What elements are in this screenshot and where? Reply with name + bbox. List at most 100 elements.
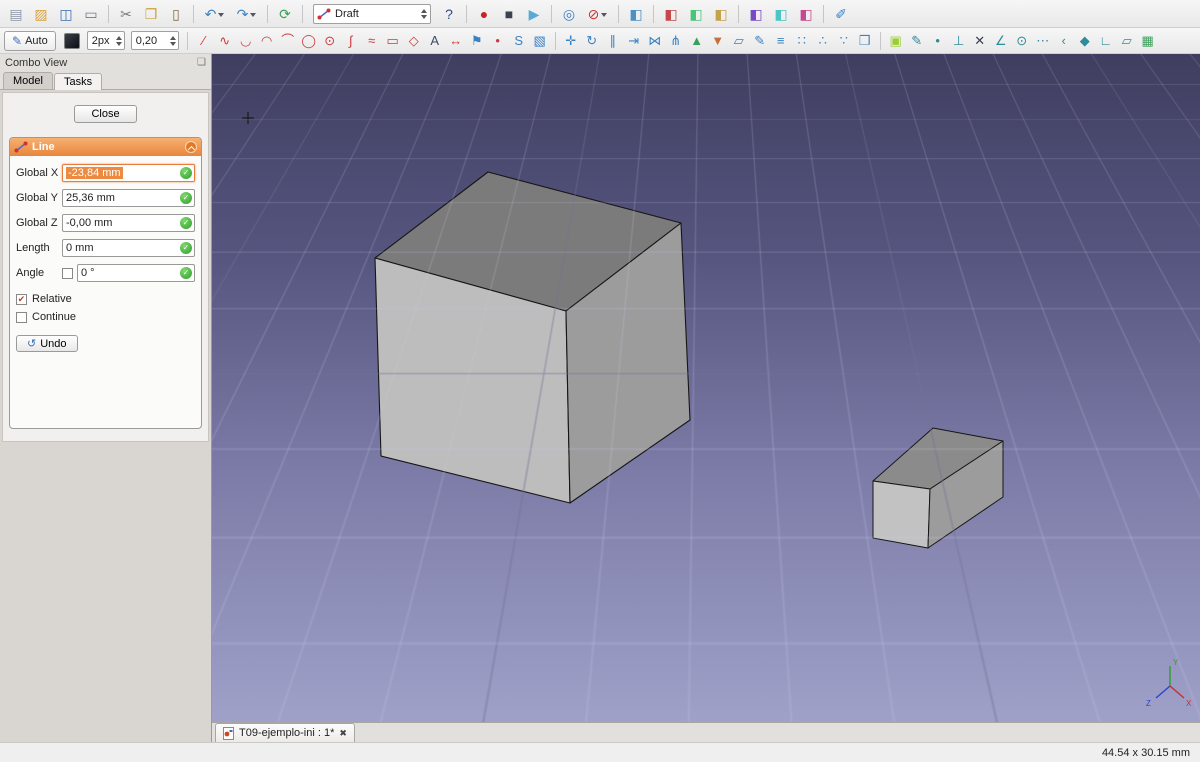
draft-shapestring-icon[interactable]: S (509, 31, 529, 51)
angle-checkbox[interactable] (62, 267, 73, 279)
close-task-button[interactable]: Close (74, 105, 137, 123)
value-field[interactable]: 0 ° ✓ (77, 264, 195, 282)
macro-play-icon[interactable]: ▶ (522, 3, 546, 25)
save-icon[interactable]: ◫ (54, 3, 78, 25)
draft-trimex-icon[interactable]: ⇥ (624, 31, 644, 51)
draft-arc-3points-icon[interactable]: ⌒ (278, 31, 298, 51)
draft-edit-icon[interactable]: ✎ (750, 31, 770, 51)
draft-join-icon[interactable]: ⋈ (645, 31, 665, 51)
snap-special-icon[interactable]: ◆ (1075, 31, 1095, 51)
redo-icon[interactable]: ↷ (231, 3, 262, 25)
draft-circle-icon[interactable]: ◯ (299, 31, 319, 51)
panel-float-icon[interactable]: ❏ (197, 57, 206, 68)
view-isometric-icon[interactable]: ◧ (624, 3, 648, 25)
snap-endpoint-icon[interactable]: ✎ (907, 31, 927, 51)
collapse-icon[interactable] (185, 141, 197, 153)
tab-model[interactable]: Model (3, 72, 53, 89)
draft-subelement-icon[interactable]: ≡ (771, 31, 791, 51)
draft-rectangle-icon[interactable]: ▭ (383, 31, 403, 51)
value-field[interactable]: -0,00 mm ✓ (62, 214, 195, 232)
draft-rotate-icon[interactable]: ↻ (582, 31, 602, 51)
view-rear-icon[interactable]: ◧ (744, 3, 768, 25)
snap-near-icon[interactable]: ‹ (1054, 31, 1074, 51)
value-field[interactable]: 0 mm ✓ (62, 239, 195, 257)
view-left-icon[interactable]: ◧ (794, 3, 818, 25)
snap-angle-icon[interactable]: ∠ (991, 31, 1011, 51)
open-file-icon[interactable]: ▨ (29, 3, 53, 25)
draft-array-icon[interactable]: ∷ (792, 31, 812, 51)
draft-point-array-icon[interactable]: ∵ (834, 31, 854, 51)
view-top-icon[interactable]: ◧ (684, 3, 708, 25)
draft-scale-icon[interactable]: ▱ (729, 31, 749, 51)
snap-working-plane-icon[interactable]: ▱ (1117, 31, 1137, 51)
view-bottom-icon[interactable]: ◧ (769, 3, 793, 25)
new-file-icon[interactable]: ▤ (4, 3, 28, 25)
workbench-selector[interactable]: Draft (313, 3, 431, 24)
draft-move-icon[interactable]: ✛ (561, 31, 581, 51)
undo-button[interactable]: ↺ Undo (16, 335, 78, 352)
snap-ortho-icon[interactable]: ∟ (1096, 31, 1116, 51)
snap-center-icon[interactable]: ⊙ (1012, 31, 1032, 51)
undo-icon[interactable]: ↶ (199, 3, 230, 25)
draft-split-icon[interactable]: ⋔ (666, 31, 686, 51)
snap-lock-icon[interactable]: ▣ (886, 31, 906, 51)
cut-icon[interactable]: ✂ (114, 3, 138, 25)
snap-intersection-icon[interactable]: ✕ (970, 31, 990, 51)
macro-record-icon[interactable]: ● (472, 3, 496, 25)
draft-dimension-icon[interactable]: ↔ (446, 31, 466, 51)
tab-tasks[interactable]: Tasks (53, 73, 103, 90)
draft-point-icon[interactable]: • (488, 31, 508, 51)
value-field[interactable]: 25,36 mm ✓ (62, 189, 195, 207)
draft-upgrade-icon[interactable]: ▲ (687, 31, 707, 51)
large-cube[interactable] (374, 171, 691, 504)
close-tab-icon[interactable]: ✖ (339, 728, 347, 739)
3d-viewport[interactable]: Y X Z (212, 54, 1200, 722)
checkbox[interactable]: ✔ (16, 293, 27, 305)
view-front-icon[interactable]: ◧ (659, 3, 683, 25)
draft-clone-icon[interactable]: ❒ (855, 31, 875, 51)
continue-option[interactable]: ✔ Continue (16, 311, 195, 323)
whatsthis-icon[interactable]: ? (437, 3, 461, 25)
draft-downgrade-icon[interactable]: ▼ (708, 31, 728, 51)
print-icon[interactable]: ▭ (79, 3, 103, 25)
copy-icon[interactable]: ❐ (139, 3, 163, 25)
macro-stop-icon[interactable]: ■ (497, 3, 521, 25)
spinner-arrows[interactable] (421, 6, 427, 22)
refresh-icon[interactable]: ⟳ (273, 3, 297, 25)
draft-facebinder-icon[interactable]: ▧ (530, 31, 550, 51)
spinner-arrows[interactable] (169, 33, 176, 49)
checkbox[interactable]: ✔ (16, 311, 27, 323)
line-task-header[interactable]: Line (10, 138, 201, 156)
draft-polygon-icon[interactable]: ◇ (404, 31, 424, 51)
draft-path-array-icon[interactable]: ∴ (813, 31, 833, 51)
paste-icon[interactable]: ▯ (164, 3, 188, 25)
draft-line-icon[interactable]: ∕ (194, 31, 214, 51)
relative-option[interactable]: ✔ Relative (16, 293, 195, 305)
draft-arc-icon[interactable]: ◠ (257, 31, 277, 51)
draft-bezier-icon[interactable]: ≈ (362, 31, 382, 51)
snap-midpoint-icon[interactable]: • (928, 31, 948, 51)
measure-distance-icon[interactable]: ✐ (829, 3, 853, 25)
small-cube[interactable] (872, 427, 1004, 549)
draft-fillet-icon[interactable]: ◡ (236, 31, 256, 51)
box-zoom-icon[interactable]: ◎ (557, 3, 581, 25)
draft-label-icon[interactable]: ⚑ (467, 31, 487, 51)
draft-bspline-icon[interactable]: ∫ (341, 31, 361, 51)
value-field[interactable]: -23,84 mm ✓ (62, 164, 195, 182)
scale-spinner[interactable]: 0,20 (130, 31, 179, 50)
document-tab[interactable]: T09-ejemplo-ini : 1* ✖ (215, 723, 355, 742)
snap-perpendicular-icon[interactable]: ⊥ (949, 31, 969, 51)
line-color-swatch[interactable] (63, 32, 80, 49)
draft-ellipse-icon[interactable]: ⊙ (320, 31, 340, 51)
view-right-icon[interactable]: ◧ (709, 3, 733, 25)
spinner-arrows[interactable] (115, 33, 122, 49)
auto-plane-button[interactable]: ✎ Auto (4, 30, 56, 51)
snap-grid-icon[interactable]: ▦ (1138, 31, 1158, 51)
line-width-spinner[interactable]: 2px (86, 31, 125, 50)
draft-offset-icon[interactable]: ∥ (603, 31, 623, 51)
draft-polyline-icon[interactable]: ∿ (215, 31, 235, 51)
clipping-plane-icon[interactable]: ⊘ (582, 3, 613, 25)
draft-text-icon[interactable]: A (425, 31, 445, 51)
axis-z-label: Z (1146, 699, 1151, 708)
snap-extension-icon[interactable]: ⋯ (1033, 31, 1053, 51)
